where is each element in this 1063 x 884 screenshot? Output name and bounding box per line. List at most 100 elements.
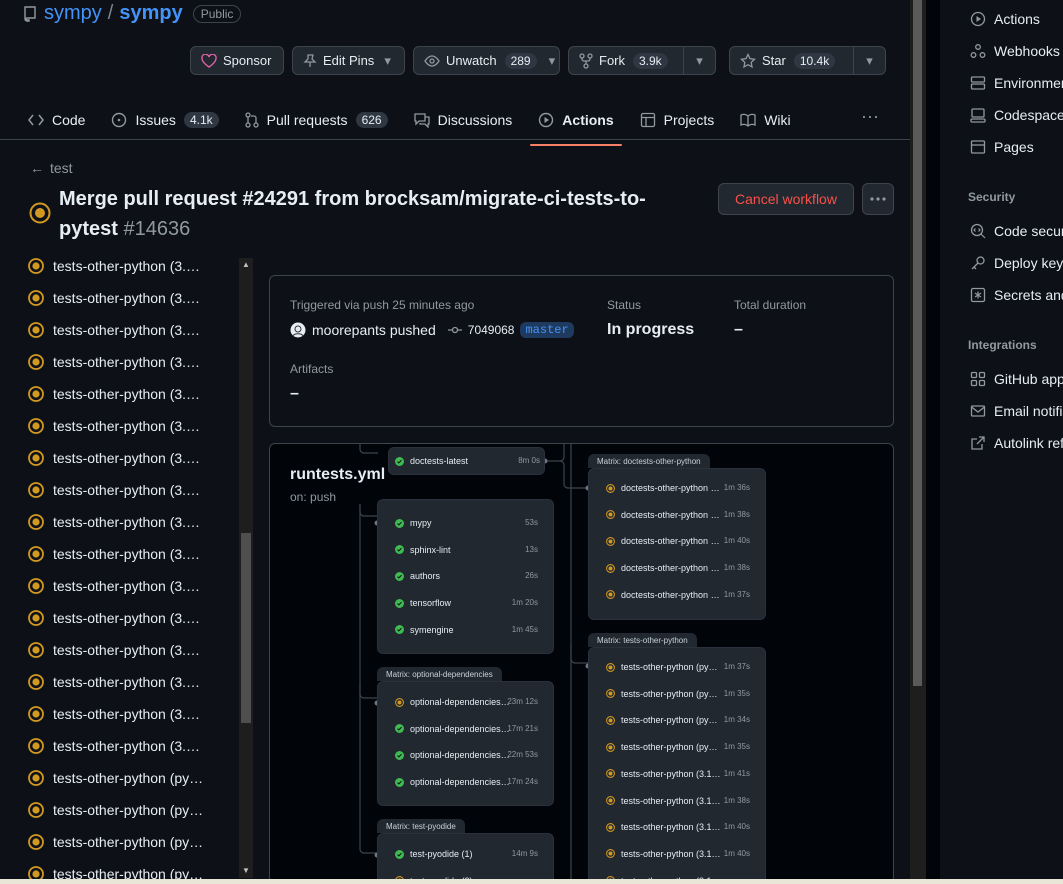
graph-job-duration: 1m 36s <box>723 483 750 492</box>
edit-pins-button[interactable]: Edit Pins ▾ <box>292 46 405 75</box>
sidebar-item[interactable]: Deploy keys <box>970 253 1063 273</box>
tab-code[interactable]: Code <box>20 102 93 138</box>
graph-job[interactable]: doctests-latest <box>395 454 468 468</box>
sponsor-button[interactable]: Sponsor <box>190 46 284 75</box>
sidebar-item-label: Webhooks <box>994 43 1060 59</box>
in-progress-icon <box>606 742 615 752</box>
kebab-horizontal-icon <box>870 197 886 201</box>
workflow-graph[interactable]: runtests.yml on: push doctests-latest 8m … <box>269 443 894 884</box>
sidebar-item-label: Codespaces <box>994 107 1063 123</box>
sidebar-item[interactable]: GitHub apps <box>970 369 1063 389</box>
in-progress-icon <box>606 662 615 672</box>
sidebar-item-label: Secrets and v <box>994 287 1063 303</box>
fork-options-button[interactable]: ▾ <box>683 47 715 74</box>
fork-button[interactable]: Fork 3.9k ▾ <box>568 46 716 75</box>
job-list-scrollbar[interactable]: ▲ ▼ <box>239 258 253 878</box>
commit-link[interactable]: 7049068 <box>468 323 515 337</box>
page-scrollbar[interactable] <box>910 0 926 884</box>
job-name: tests-other-python (3.… <box>53 482 201 498</box>
graph-job-duration: 1m 37s <box>723 662 750 671</box>
graph-job[interactable]: test-pyodide (1) <box>395 847 473 861</box>
app-window: sympy / sympy Public Sponsor Edit Pins ▾… <box>0 0 1063 884</box>
sidebar-item-label: GitHub apps <box>994 371 1063 387</box>
job-list-item[interactable]: tests-other-python (3.… <box>28 352 200 372</box>
sidebar-item[interactable]: Codespaces <box>970 105 1063 125</box>
job-name: tests-other-python (3.… <box>53 322 201 338</box>
run-options-button[interactable] <box>862 183 894 215</box>
matrix-doctests-other-python-label: Matrix: doctests-other-python <box>588 454 710 468</box>
branch-badge[interactable]: master <box>520 322 574 338</box>
graph-job-duration: 1m 45s <box>511 624 538 634</box>
job-list-item[interactable]: tests-other-python (3.… <box>28 640 200 660</box>
graph-job-duration: 13s <box>525 544 538 554</box>
graph-job[interactable]: sphinx-lint <box>395 543 451 557</box>
main-panel: sympy / sympy Public Sponsor Edit Pins ▾… <box>0 0 910 884</box>
job-list-item[interactable]: tests-other-python (py… <box>28 768 203 788</box>
job-list-item[interactable]: tests-other-python (3.… <box>28 448 200 468</box>
job-list-item[interactable]: tests-other-python (py… <box>28 832 203 852</box>
sidebar-item[interactable]: Environments <box>970 73 1063 93</box>
page-scroll-thumb[interactable] <box>913 0 922 686</box>
cancel-workflow-button[interactable]: Cancel workflow <box>718 183 854 215</box>
sidebar-item[interactable]: Pages <box>970 137 1034 157</box>
graph-job[interactable]: mypy <box>395 516 432 530</box>
job-list-item[interactable]: tests-other-python (3.… <box>28 480 200 500</box>
sidebar-item[interactable]: Email notifica <box>970 401 1063 421</box>
job-list-item[interactable]: tests-other-python (3.… <box>28 512 200 532</box>
star-button[interactable]: Star 10.4k ▾ <box>729 46 886 75</box>
job-list-item[interactable]: tests-other-python (3.… <box>28 416 200 436</box>
job-list-item[interactable]: tests-other-python (3.… <box>28 320 200 340</box>
job-list-item[interactable]: tests-other-python (3.… <box>28 736 200 756</box>
star-count: 10.4k <box>793 52 836 69</box>
sidebar-item[interactable]: Secrets and v <box>970 285 1063 305</box>
push-info: moorepants pushed 7049068 master <box>290 322 574 338</box>
job-list-item[interactable]: tests-other-python (3.… <box>28 672 200 692</box>
unwatch-button[interactable]: Unwatch 289 ▾ <box>413 46 560 75</box>
job-list-item[interactable]: tests-other-python (py… <box>28 864 203 880</box>
status-value: In progress <box>607 321 695 338</box>
job-list-item[interactable]: tests-other-python (3.… <box>28 288 200 308</box>
job-list-item[interactable]: tests-other-python (3.… <box>28 384 200 404</box>
job-list-item[interactable]: tests-other-python (3.… <box>28 544 200 564</box>
asterisk-icon <box>970 287 986 303</box>
graph-job[interactable]: tensorflow <box>395 596 451 610</box>
sidebar-item[interactable]: Code security <box>970 221 1063 241</box>
sidebar-item[interactable]: Webhooks <box>970 41 1060 61</box>
graph-job[interactable]: symengine <box>395 623 454 637</box>
in-progress-icon <box>28 770 44 786</box>
scroll-up-icon[interactable]: ▲ <box>241 260 251 270</box>
tab-wiki-label: Wiki <box>764 112 791 128</box>
back-link[interactable]: ← test <box>30 160 73 176</box>
job-list-item[interactable]: tests-other-python (3.… <box>28 608 200 628</box>
scroll-down-icon[interactable]: ▼ <box>241 866 251 876</box>
job-list-item[interactable]: tests-other-python (py… <box>28 800 203 820</box>
repo-name-link[interactable]: sympy <box>119 2 182 25</box>
tab-projects[interactable]: Projects <box>632 102 723 138</box>
tab-pull-requests[interactable]: Pull requests 626 <box>237 102 396 138</box>
tab-wiki[interactable]: Wiki <box>732 102 798 138</box>
repo-owner-link[interactable]: sympy <box>44 2 102 25</box>
pull-request-icon <box>244 112 259 128</box>
avatar[interactable] <box>290 322 306 338</box>
job-name: tests-other-python (3.… <box>53 290 201 306</box>
tab-actions[interactable]: Actions <box>530 102 622 146</box>
job-name: tests-other-python (3.… <box>53 546 201 562</box>
sidebar-item[interactable]: Actions <box>970 9 1040 29</box>
star-options-button[interactable]: ▾ <box>853 47 885 74</box>
in-progress-icon <box>28 514 44 530</box>
job-list-item[interactable]: tests-other-python (3.… <box>28 256 200 276</box>
scroll-thumb[interactable] <box>241 533 251 723</box>
in-progress-icon <box>606 689 615 699</box>
graph-job-duration: 1m 40s <box>723 822 750 832</box>
job-name: tests-other-python (3.… <box>53 578 201 594</box>
sidebar-item[interactable]: Autolink refer <box>970 433 1063 453</box>
in-progress-icon <box>606 715 615 725</box>
job-list-item[interactable]: tests-other-python (3.… <box>28 704 200 724</box>
job-list-item[interactable]: tests-other-python (3.… <box>28 576 200 596</box>
graph-job-name: test-pyodide (1) <box>410 849 473 859</box>
tab-discussions[interactable]: Discussions <box>406 102 521 138</box>
in-progress-icon <box>28 866 44 880</box>
graph-job[interactable]: authors <box>395 569 440 583</box>
tab-issues[interactable]: Issues 4.1k <box>103 102 226 138</box>
more-tabs-button[interactable]: ··· <box>858 106 882 126</box>
